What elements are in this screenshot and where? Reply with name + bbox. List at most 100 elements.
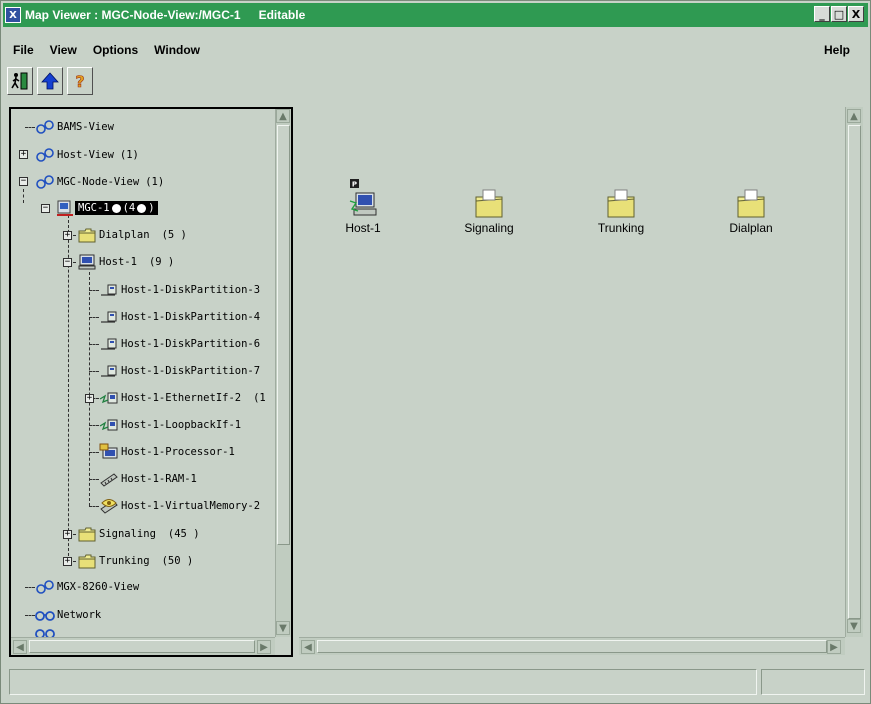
tree-item-label: MGX-8260-View: [57, 581, 140, 593]
view-glasses-icon: [35, 146, 55, 164]
map-horizontal-scrollbar[interactable]: ◀ ▶: [299, 637, 845, 655]
tree-item-bams-view[interactable]: BAMS-View: [35, 117, 114, 137]
folder-icon: [581, 179, 661, 219]
menu-bar: File View Options Window Help: [3, 39, 868, 61]
close-button[interactable]: X: [848, 6, 864, 22]
expand-icon[interactable]: +: [85, 394, 94, 403]
tree-item-dialplan[interactable]: Dialplan (5 ): [77, 225, 187, 245]
up-arrow-icon: [41, 72, 59, 90]
expand-icon[interactable]: +: [63, 231, 72, 240]
map-node-dialplan[interactable]: Dialplan: [711, 179, 791, 235]
mgc-node-icon: [55, 199, 75, 217]
folder-icon: [77, 525, 97, 543]
collapse-icon[interactable]: −: [19, 177, 28, 186]
tree-item-mgc-1[interactable]: MGC-1 (4 ): [55, 198, 158, 218]
status-dot-icon: [111, 203, 121, 213]
expand-icon[interactable]: +: [19, 150, 28, 159]
tree-item-label: Dialplan: [99, 229, 150, 241]
scroll-down-icon[interactable]: ▼: [847, 619, 861, 633]
map-vertical-scrollbar[interactable]: ▲ ▼: [845, 107, 863, 637]
menu-view[interactable]: View: [42, 43, 85, 57]
menu-file[interactable]: File: [3, 43, 42, 57]
tree-item-virtual-memory-2[interactable]: Host-1-VirtualMemory-2: [99, 496, 260, 516]
tree-item-disk-partition-7[interactable]: Host-1-DiskPartition-7: [99, 361, 260, 381]
tree-horizontal-scrollbar[interactable]: ◀ ▶: [11, 637, 275, 655]
tree-item-ethernet-if-2[interactable]: Host-1-EthernetIf-2 (1: [99, 388, 266, 408]
processor-icon: [99, 443, 119, 461]
tree-item-label: Host-1-EthernetIf-2: [121, 392, 242, 404]
map-hscroll-thumb[interactable]: [317, 640, 827, 653]
scroll-left-icon[interactable]: ◀: [301, 640, 315, 654]
view-glasses-icon: [35, 629, 55, 637]
map-node-host-1[interactable]: P Host-1: [323, 179, 403, 235]
scroll-right-icon[interactable]: ▶: [827, 640, 841, 654]
collapse-icon[interactable]: −: [41, 204, 50, 213]
tree-hscroll-thumb[interactable]: [29, 640, 255, 653]
title-bar[interactable]: X Map Viewer : MGC-Node-View:/MGC-1 Edit…: [3, 3, 868, 27]
tree-item-label: MGC-1: [78, 202, 110, 214]
tree-item-host-1[interactable]: Host-1 (9 ): [77, 252, 174, 272]
view-glasses-icon: [35, 118, 55, 136]
expand-icon[interactable]: +: [63, 557, 72, 566]
tree-item-disk-partition-3[interactable]: Host-1-DiskPartition-3: [99, 280, 260, 300]
menu-options[interactable]: Options: [85, 43, 146, 57]
network-glasses-icon: [35, 606, 55, 624]
status-dot-icon: [137, 203, 147, 213]
tree-item-count: (5 ): [161, 229, 187, 241]
exit-icon: [11, 72, 28, 90]
map-canvas[interactable]: P Host-1 Signaling Trunking Dialplan ▲ ▼…: [299, 107, 865, 657]
tree-item-label: Host-1-DiskPartition-4: [121, 311, 261, 323]
scroll-up-icon[interactable]: ▲: [276, 109, 290, 123]
tree-item-label: Host-1-DiskPartition-3: [121, 284, 261, 296]
tree-item-trunking[interactable]: Trunking (50 ): [77, 551, 193, 571]
tree-item-ram-1[interactable]: Host-1-RAM-1: [99, 469, 197, 489]
scroll-down-icon[interactable]: ▼: [276, 621, 290, 635]
scroll-left-icon[interactable]: ◀: [13, 640, 27, 654]
tree-item-count: (4: [122, 202, 136, 214]
tree-view: BAMS-View + Host-View (1) − MGC-Node-Vie…: [11, 109, 275, 637]
map-node-label: Trunking: [597, 221, 645, 235]
menu-window[interactable]: Window: [146, 43, 208, 57]
tree-item-count: (9 ): [148, 256, 175, 268]
map-scroll-thumb[interactable]: [848, 125, 861, 619]
disk-partition-icon: [99, 335, 119, 353]
tree-item-count: (1: [253, 392, 266, 404]
svg-text:?: ?: [75, 72, 84, 91]
menu-help[interactable]: Help: [816, 43, 858, 57]
selected-label: MGC-1 (4 ): [75, 201, 158, 215]
help-button[interactable]: ?: [67, 67, 93, 95]
tree-item-label: Host-View: [57, 149, 114, 161]
collapse-icon[interactable]: −: [63, 258, 72, 267]
svg-text:P: P: [352, 181, 357, 189]
minimize-button[interactable]: _: [814, 6, 830, 22]
tree-item-label: MGC-Node-View: [57, 176, 140, 188]
tree-item-disk-partition-6[interactable]: Host-1-DiskPartition-6: [99, 334, 260, 354]
tree-item-mgx-8260-view[interactable]: MGX-8260-View: [35, 577, 139, 597]
tree-item-label: Host-1-RAM-1: [121, 473, 197, 485]
exit-button[interactable]: [7, 67, 33, 95]
map-node-signaling[interactable]: Signaling: [449, 179, 529, 235]
map-node-trunking[interactable]: Trunking: [581, 179, 661, 235]
tree-item-processor-1[interactable]: Host-1-Processor-1: [99, 442, 235, 462]
tree-item-label: BAMS-View: [57, 121, 114, 133]
scroll-right-icon[interactable]: ▶: [257, 640, 271, 654]
tree-item-host-view[interactable]: Host-View (1): [35, 145, 139, 165]
tree-item-mgc-node-view[interactable]: MGC-Node-View (1): [35, 172, 164, 192]
tree-item-network[interactable]: Network: [35, 605, 101, 625]
folder-icon: [449, 179, 529, 219]
up-level-button[interactable]: [37, 67, 63, 95]
tree-item-partial: [35, 629, 55, 637]
scroll-up-icon[interactable]: ▲: [847, 109, 861, 123]
x-logo-icon[interactable]: X: [5, 7, 21, 23]
tree-item-disk-partition-4[interactable]: Host-1-DiskPartition-4: [99, 307, 260, 327]
help-icon: ?: [75, 72, 85, 91]
view-glasses-icon: [35, 578, 55, 596]
tree-item-signaling[interactable]: Signaling (45 ): [77, 524, 200, 544]
maximize-button[interactable]: □: [831, 6, 847, 22]
tree-vertical-scrollbar[interactable]: ▲ ▼: [275, 109, 291, 637]
tree-item-loopback-if-1[interactable]: Host-1-LoopbackIf-1: [99, 415, 241, 435]
tree-scroll-thumb[interactable]: [277, 125, 290, 545]
edit-status: Editable: [258, 8, 306, 22]
expand-icon[interactable]: +: [63, 530, 72, 539]
folder-icon: [711, 179, 791, 219]
